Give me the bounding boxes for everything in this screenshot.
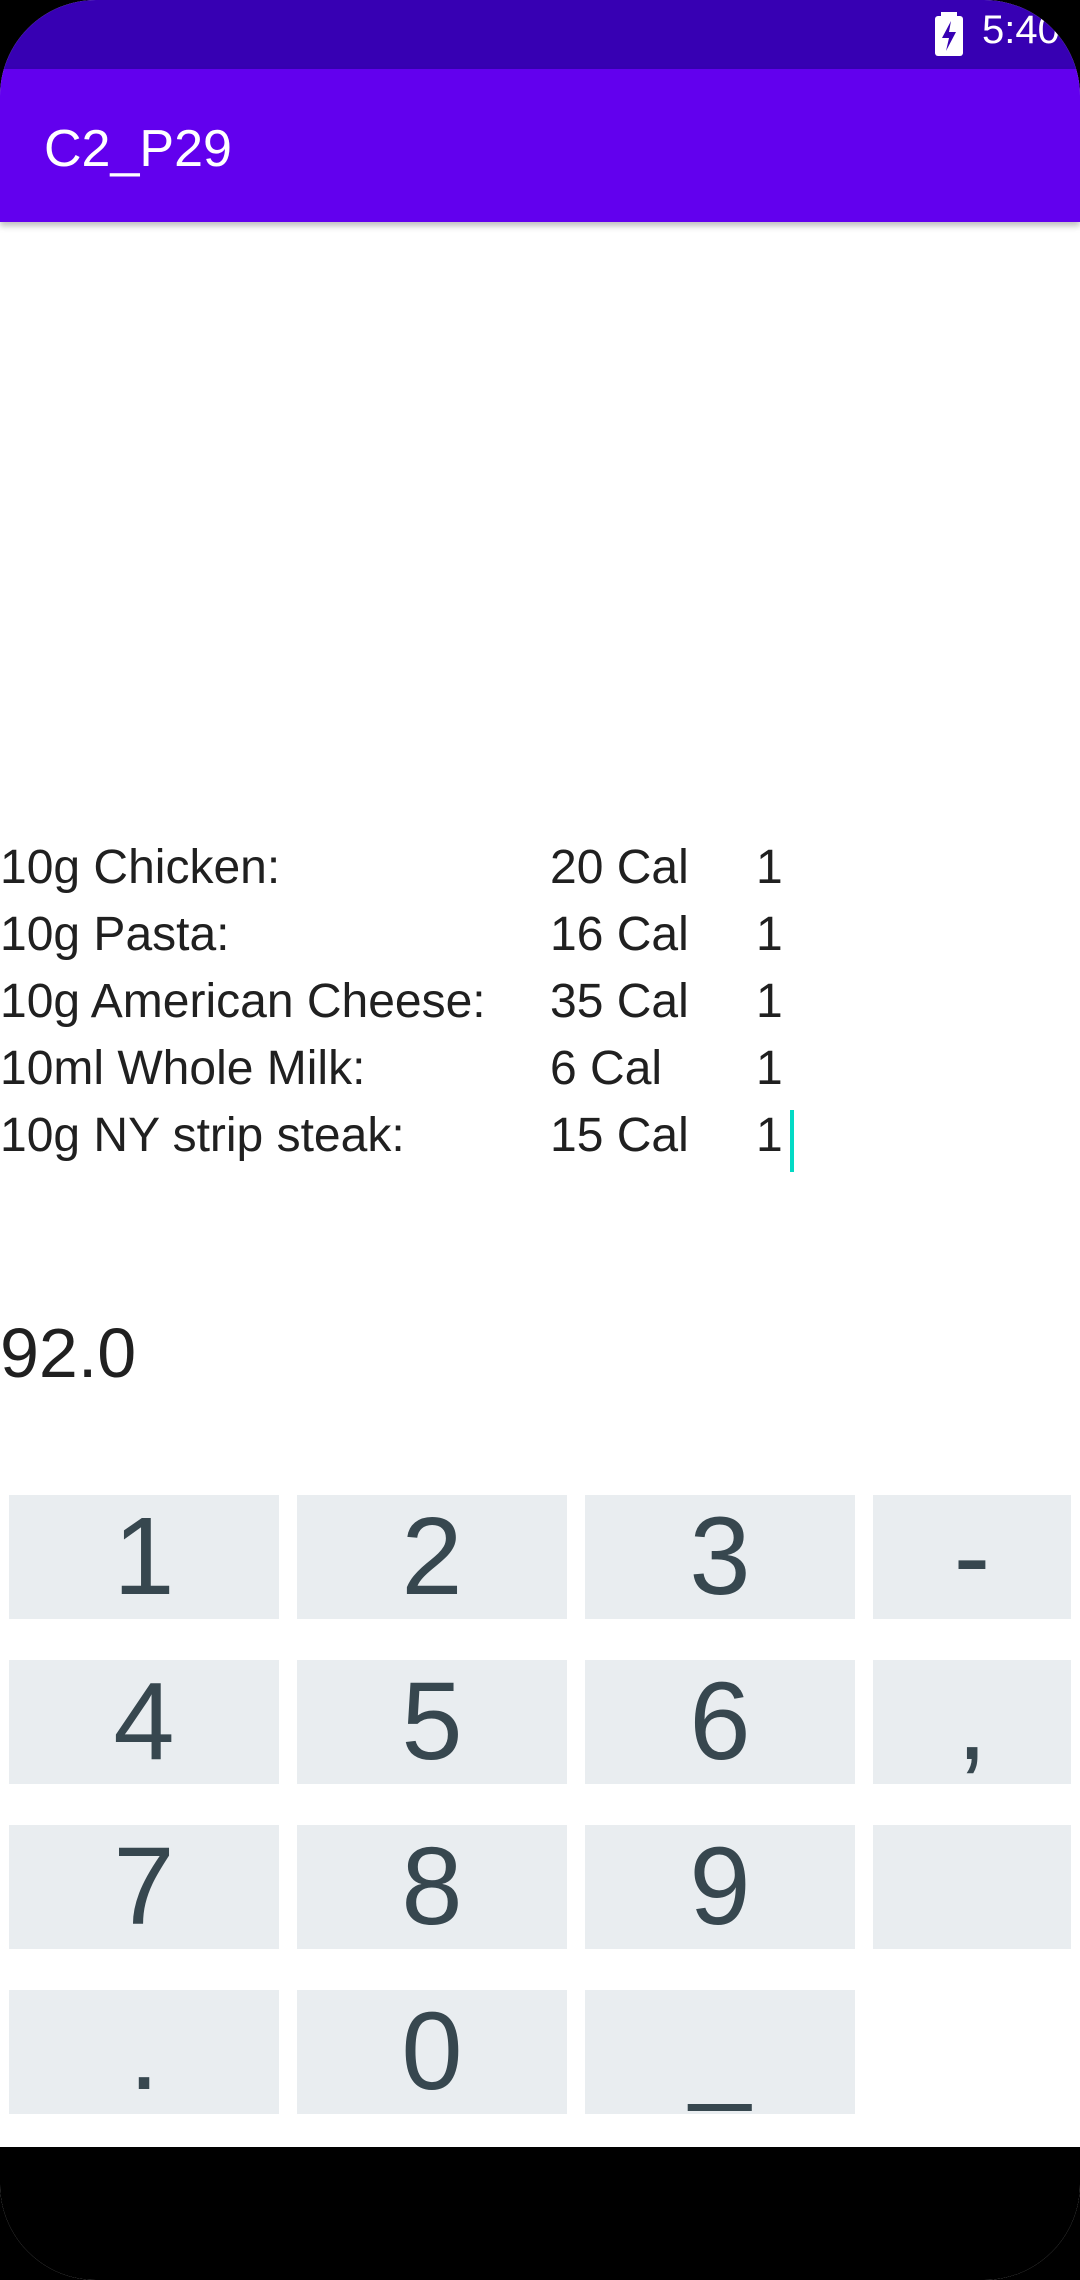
key-7[interactable]: 7 [9, 1825, 279, 1949]
food-calories: 6 Cal [550, 1042, 663, 1095]
status-time: 5:40 [982, 8, 1060, 52]
food-calories: 15 Cal [550, 1109, 689, 1162]
food-quantity-input[interactable]: 1 [756, 1041, 786, 1096]
app-title: C2_P29 [44, 120, 232, 178]
food-name: 10g American Cheese: [0, 975, 486, 1028]
key-minus[interactable]: - [873, 1495, 1071, 1619]
food-name: 10g Chicken: [0, 841, 281, 894]
food-quantity-input[interactable]: 1 [756, 974, 786, 1029]
food-calories: 16 Cal [550, 908, 689, 961]
navigation-bar [0, 2147, 1080, 2280]
key-4[interactable]: 4 [9, 1660, 279, 1784]
key-9[interactable]: 9 [585, 1825, 855, 1949]
key-2[interactable]: 2 [297, 1495, 567, 1619]
key-space[interactable]: _ [585, 1990, 855, 2114]
key-1[interactable]: 1 [9, 1495, 279, 1619]
key-6[interactable]: 6 [585, 1660, 855, 1784]
app-bar: C2_P29 [0, 69, 1080, 222]
food-name: 10g NY strip steak: [0, 1109, 405, 1162]
key-8[interactable]: 8 [297, 1825, 567, 1949]
key-0[interactable]: 0 [297, 1990, 567, 2114]
key-5[interactable]: 5 [297, 1660, 567, 1784]
battery-charging-icon [935, 12, 963, 56]
key-blank[interactable] [873, 1825, 1071, 1949]
key-3[interactable]: 3 [585, 1495, 855, 1619]
total-calories: 92.0 [0, 1314, 137, 1392]
status-bar: 5:40 [0, 0, 1080, 69]
food-quantity-input-focused[interactable]: 1 [756, 1108, 794, 1172]
phone-screen: 5:40 C2_P29 10g Chicken: 20 Cal 1 10g Pa… [0, 0, 1080, 2280]
food-calories: 20 Cal [550, 841, 689, 894]
food-calories: 35 Cal [550, 975, 689, 1028]
numeric-keypad: 1 2 3 - 4 5 6 , 7 8 9 . 0 _ [0, 1495, 1080, 2115]
food-quantity-input[interactable]: 1 [756, 907, 786, 962]
key-comma[interactable]: , [873, 1660, 1071, 1784]
food-quantity-input[interactable]: 1 [756, 840, 786, 895]
food-name: 10ml Whole Milk: [0, 1042, 366, 1095]
key-period[interactable]: . [9, 1990, 279, 2114]
food-name: 10g Pasta: [0, 908, 230, 961]
